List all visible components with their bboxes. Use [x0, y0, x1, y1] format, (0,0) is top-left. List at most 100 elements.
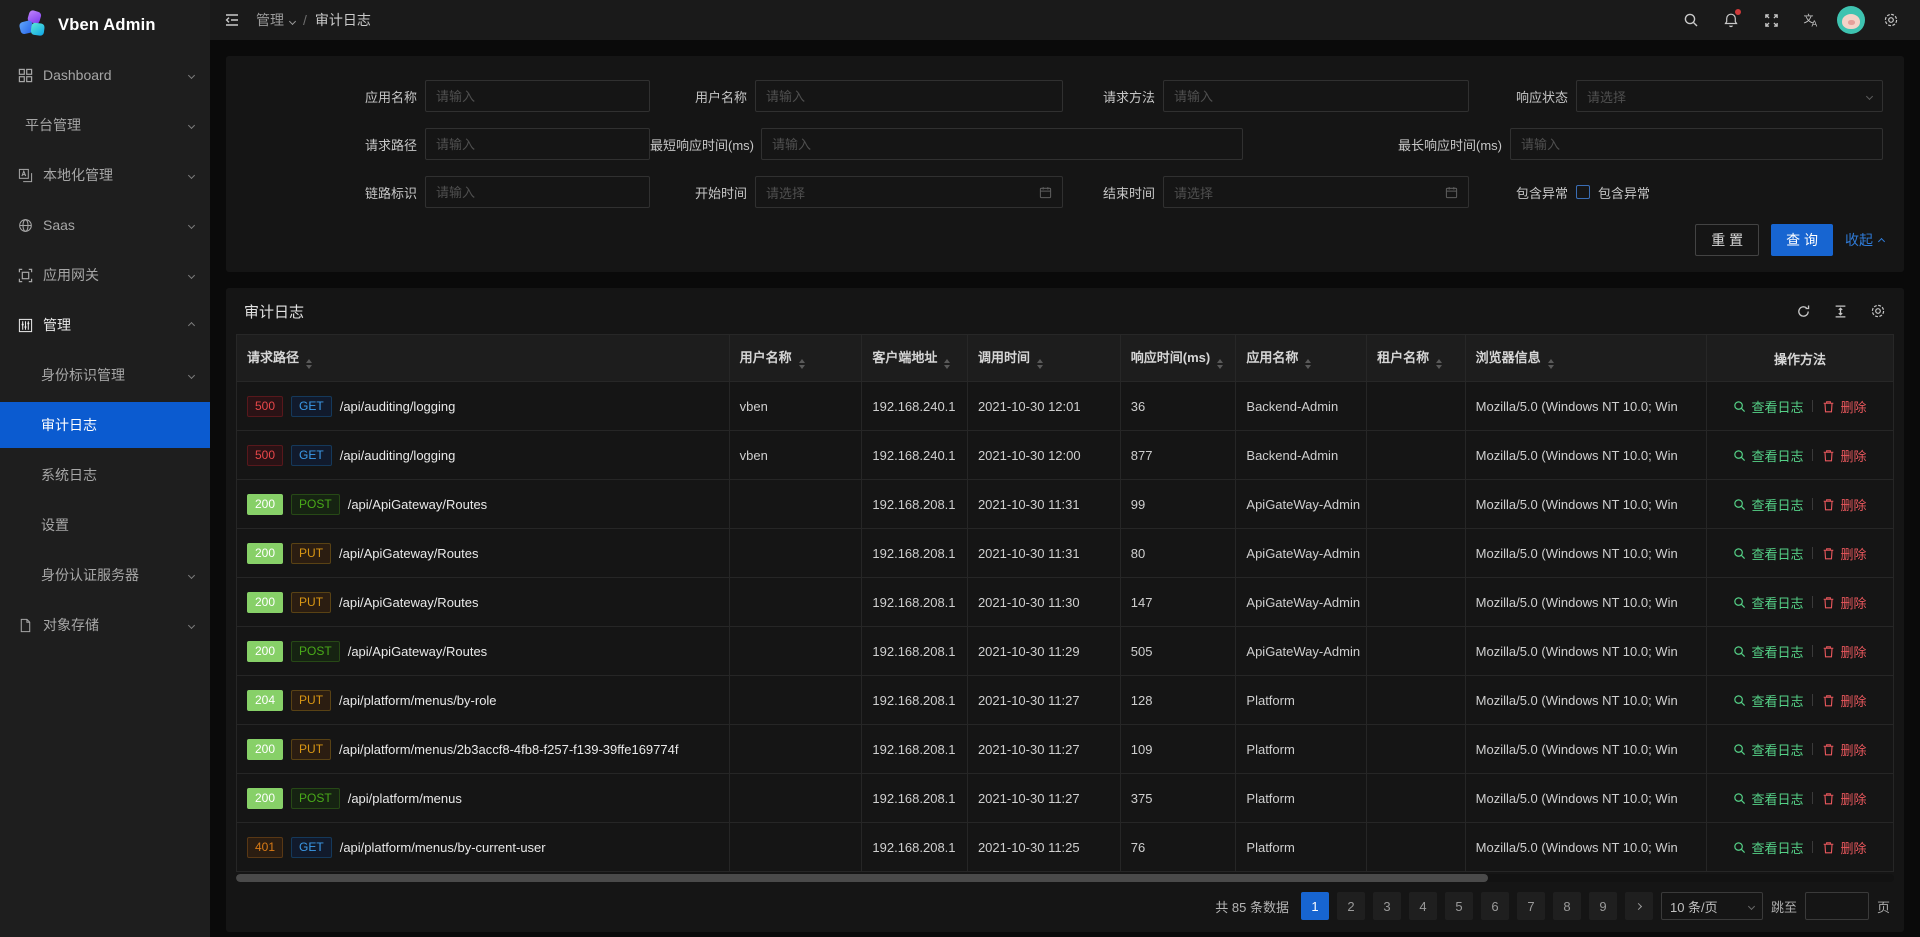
settings-icon[interactable] [1874, 3, 1908, 37]
include-exception-checkbox[interactable] [1576, 185, 1590, 199]
view-log-link[interactable]: 查看日志 [1733, 789, 1803, 808]
reset-button[interactable]: 重 置 [1695, 224, 1759, 256]
view-log-label: 查看日志 [1751, 446, 1803, 465]
tenant-name-cell [1367, 382, 1466, 431]
column-header-0[interactable]: 请求路径 [237, 335, 730, 382]
fullscreen-icon[interactable] [1754, 3, 1788, 37]
sidebar-subitem-auth-server[interactable]: 身份认证服务器 [0, 552, 210, 598]
page-button-6[interactable]: 6 [1481, 892, 1509, 920]
breadcrumb-parent[interactable]: 管理 [256, 10, 284, 30]
delete-link[interactable]: 删除 [1822, 495, 1866, 514]
request-path-cell: 200PUT/api/ApiGateway/Routes [237, 578, 730, 627]
next-page-button[interactable] [1625, 892, 1653, 920]
actions-cell: 查看日志删除 [1706, 823, 1893, 872]
logo[interactable]: Vben Admin [0, 0, 210, 50]
view-log-link[interactable]: 查看日志 [1733, 642, 1803, 661]
column-header-1[interactable]: 用户名称 [729, 335, 862, 382]
filter-input[interactable] [761, 128, 1243, 160]
main-column: 管理 / 审计日志 文A 应用名称用户名称请求方法响应状态请选择请求路径最短响应… [210, 0, 1920, 937]
notification-icon[interactable] [1714, 3, 1748, 37]
column-header-4[interactable]: 响应时间(ms) [1120, 335, 1236, 382]
sidebar-subitem-audit-log[interactable]: 审计日志 [0, 402, 210, 448]
collapse-link[interactable]: 收起 [1845, 230, 1884, 250]
page-size-select[interactable]: 10 条/页 [1661, 892, 1763, 920]
column-header-6[interactable]: 租户名称 [1367, 335, 1466, 382]
filter-select[interactable]: 请选择 [1576, 80, 1883, 112]
translate-icon[interactable]: 文A [1794, 3, 1828, 37]
sidebar-item-gateway[interactable]: 应用网关 [0, 252, 210, 298]
calendar-icon [1445, 186, 1458, 199]
refresh-icon[interactable] [1796, 304, 1811, 319]
method-badge: POST [291, 494, 340, 515]
view-log-link[interactable]: 查看日志 [1733, 593, 1803, 612]
page-button-2[interactable]: 2 [1337, 892, 1365, 920]
row-height-icon[interactable] [1833, 304, 1848, 319]
column-header-3[interactable]: 调用时间 [967, 335, 1120, 382]
delete-link[interactable]: 删除 [1822, 691, 1866, 710]
filter-row: 应用名称用户名称请求方法响应状态请选择 [246, 80, 1884, 112]
sidebar-item-saas[interactable]: Saas [0, 202, 210, 248]
delete-label: 删除 [1840, 740, 1866, 759]
delete-link[interactable]: 删除 [1822, 544, 1866, 563]
delete-link[interactable]: 删除 [1822, 838, 1866, 857]
delete-link[interactable]: 删除 [1822, 397, 1866, 416]
page-button-3[interactable]: 3 [1373, 892, 1401, 920]
page-button-4[interactable]: 4 [1409, 892, 1437, 920]
view-log-link[interactable]: 查看日志 [1733, 544, 1803, 563]
menu-fold-icon[interactable] [224, 12, 240, 28]
response-time-cell: 80 [1120, 529, 1236, 578]
page-button-7[interactable]: 7 [1517, 892, 1545, 920]
filter-input[interactable] [1510, 128, 1883, 160]
action-divider [1812, 596, 1813, 608]
delete-link[interactable]: 删除 [1822, 642, 1866, 661]
sidebar-subitem-label: 身份标识管理 [41, 365, 125, 385]
horizontal-scrollbar-thumb[interactable] [236, 874, 1488, 882]
search-button[interactable]: 查 询 [1771, 224, 1833, 256]
page-button-1[interactable]: 1 [1301, 892, 1329, 920]
column-header-7[interactable]: 浏览器信息 [1465, 335, 1706, 382]
view-log-link[interactable]: 查看日志 [1733, 495, 1803, 514]
delete-link[interactable]: 删除 [1822, 789, 1866, 808]
sidebar-item-dashboard[interactable]: Dashboard [0, 52, 210, 98]
filter-input[interactable] [425, 176, 650, 208]
page-button-8[interactable]: 8 [1553, 892, 1581, 920]
table-body: 500GET/api/auditing/loggingvben192.168.2… [237, 382, 1894, 872]
sidebar-item-platform[interactable]: 平台管理 [0, 102, 210, 148]
action-divider [1812, 694, 1813, 706]
sidebar-item-object-storage[interactable]: 对象存储 [0, 602, 210, 648]
jump-page-input[interactable] [1805, 892, 1869, 920]
sidebar-subitem-identity[interactable]: 身份标识管理 [0, 352, 210, 398]
chevron-down-icon [188, 121, 195, 128]
user-avatar[interactable] [1834, 3, 1868, 37]
view-log-link[interactable]: 查看日志 [1733, 446, 1803, 465]
sidebar-subitem-system-log[interactable]: 系统日志 [0, 452, 210, 498]
sort-carets-icon [1037, 359, 1043, 369]
view-log-link[interactable]: 查看日志 [1733, 838, 1803, 857]
sidebar-item-management[interactable]: 管理 [0, 302, 210, 348]
filter-input[interactable] [425, 80, 650, 112]
view-log-link[interactable]: 查看日志 [1733, 740, 1803, 759]
search-icon[interactable] [1674, 3, 1708, 37]
settings-icon[interactable] [1870, 303, 1886, 319]
sidebar-item-localization[interactable]: 本地化管理 [0, 152, 210, 198]
page-button-9[interactable]: 9 [1589, 892, 1617, 920]
filter-input[interactable] [755, 80, 1063, 112]
delete-link[interactable]: 删除 [1822, 740, 1866, 759]
column-header-2[interactable]: 客户端地址 [862, 335, 968, 382]
actions-cell: 查看日志删除 [1706, 676, 1893, 725]
delete-link[interactable]: 删除 [1822, 593, 1866, 612]
page-button-5[interactable]: 5 [1445, 892, 1473, 920]
filter-input[interactable] [1163, 80, 1469, 112]
date-picker[interactable]: 请选择 [1163, 176, 1469, 208]
date-picker[interactable]: 请选择 [755, 176, 1063, 208]
filter-input[interactable] [425, 128, 650, 160]
request-path-cell: 200POST/api/ApiGateway/Routes [237, 480, 730, 529]
app-name-cell: Backend-Admin [1236, 431, 1367, 480]
delete-link[interactable]: 删除 [1822, 446, 1866, 465]
request-path-cell: 500GET/api/auditing/logging [237, 431, 730, 480]
column-header-5[interactable]: 应用名称 [1236, 335, 1367, 382]
view-log-link[interactable]: 查看日志 [1733, 397, 1803, 416]
view-log-link[interactable]: 查看日志 [1733, 691, 1803, 710]
sidebar-subitem-settings[interactable]: 设置 [0, 502, 210, 548]
view-log-label: 查看日志 [1751, 593, 1803, 612]
